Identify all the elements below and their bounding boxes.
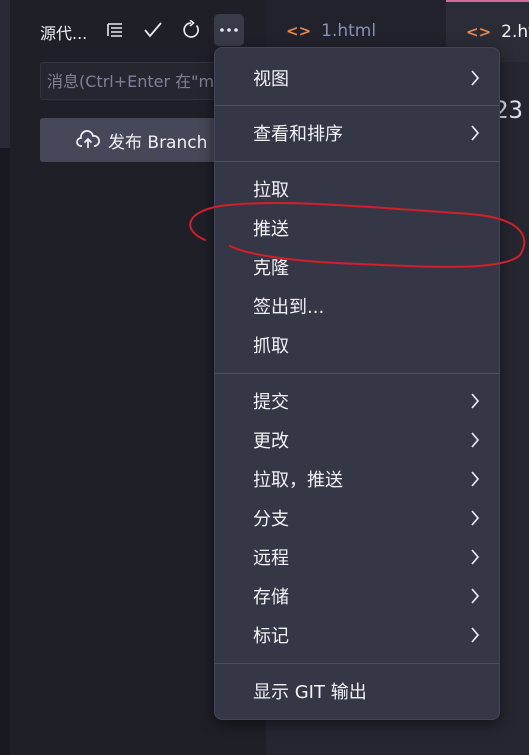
menu-item-label: 抓取	[253, 336, 289, 357]
menu-item-label: 签出到...	[253, 297, 325, 318]
menu-item-commit[interactable]: 提交	[215, 383, 499, 419]
menu-item-label: 拉取，推送	[253, 470, 343, 491]
menu-item-stash[interactable]: 存储	[215, 578, 499, 614]
menu-item-branch[interactable]: 分支	[215, 500, 499, 536]
menu-item-fetch[interactable]: 抓取	[215, 327, 499, 363]
menu-item-clone[interactable]: 克隆	[215, 249, 499, 285]
more-actions-icon[interactable]	[214, 14, 244, 46]
menu-item-label: 分支	[253, 509, 289, 530]
checkmark-icon[interactable]	[138, 14, 168, 46]
menu-separator	[215, 105, 499, 106]
menu-item-changes[interactable]: 更改	[215, 422, 499, 458]
menu-item-label: 存储	[253, 587, 289, 608]
activity-bar	[0, 0, 10, 755]
cloud-upload-icon	[76, 130, 100, 155]
publish-branch-label: 发布 Branch	[108, 132, 208, 153]
chevron-right-icon	[469, 547, 481, 572]
activity-item-selected[interactable]	[0, 0, 10, 148]
chevron-right-icon	[469, 430, 481, 455]
menu-item-label: 标记	[253, 626, 289, 647]
menu-item-label: 克隆	[253, 258, 289, 279]
menu-item-view[interactable]: 视图	[215, 60, 499, 96]
menu-item-show-git-output[interactable]: 显示 GIT 输出	[215, 673, 499, 709]
tab-label: 2.htm	[501, 22, 529, 42]
more-actions-menu: 视图 查看和排序 拉取 推送 克隆 签出到... 抓取 提交 更改 拉取，推送 …	[214, 47, 500, 720]
menu-item-label: 更改	[253, 431, 289, 452]
menu-item-view-and-sort[interactable]: 查看和排序	[215, 115, 499, 151]
code-file-icon: <>	[466, 23, 492, 41]
chevron-right-icon	[469, 123, 481, 148]
code-file-icon: <>	[286, 22, 312, 40]
menu-item-checkout-to[interactable]: 签出到...	[215, 288, 499, 324]
menu-item-pull-push[interactable]: 拉取，推送	[215, 461, 499, 497]
tree-view-icon[interactable]	[100, 14, 130, 46]
menu-item-label: 视图	[253, 69, 289, 90]
tab-label: 1.html	[321, 21, 377, 41]
menu-item-label: 提交	[253, 392, 289, 413]
menu-item-push[interactable]: 推送	[215, 210, 499, 246]
menu-item-remote[interactable]: 远程	[215, 539, 499, 575]
chevron-right-icon	[469, 508, 481, 533]
scm-title: 源代...	[40, 24, 88, 43]
chevron-right-icon	[469, 391, 481, 416]
menu-item-label: 查看和排序	[253, 124, 343, 145]
menu-separator	[215, 373, 499, 374]
menu-item-label: 远程	[253, 548, 289, 569]
menu-item-pull[interactable]: 拉取	[215, 171, 499, 207]
menu-separator	[215, 161, 499, 162]
chevron-right-icon	[469, 68, 481, 93]
chevron-right-icon	[469, 625, 481, 650]
refresh-icon[interactable]	[176, 14, 206, 46]
menu-separator	[215, 663, 499, 664]
menu-item-label: 推送	[253, 219, 289, 240]
menu-item-tags[interactable]: 标记	[215, 617, 499, 653]
chevron-right-icon	[469, 469, 481, 494]
menu-item-label: 拉取	[253, 180, 289, 201]
chevron-right-icon	[469, 586, 481, 611]
menu-item-label: 显示 GIT 输出	[253, 682, 367, 703]
